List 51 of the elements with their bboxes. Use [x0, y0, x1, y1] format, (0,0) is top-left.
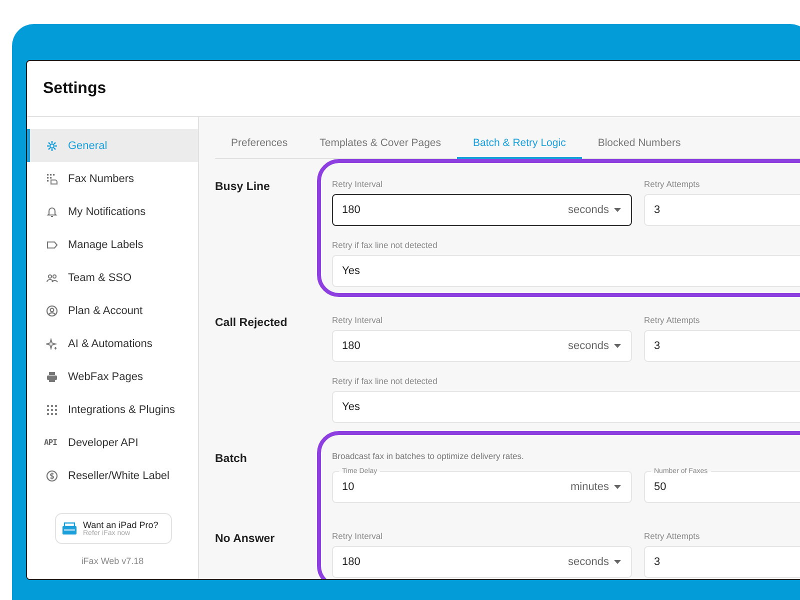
field-label: Retry Interval — [332, 315, 384, 326]
input-field[interactable]: 3 — [644, 194, 800, 226]
field-label: Retry Interval — [332, 531, 384, 542]
printer-icon — [46, 370, 58, 382]
section-title: Call Rejected — [215, 316, 288, 331]
bell-icon — [46, 206, 58, 218]
sidebar-item[interactable]: Team & SSO — [27, 261, 198, 294]
field-label: Retry if fax line not detected — [332, 240, 438, 251]
field-label: Retry Attempts — [644, 315, 701, 326]
caret-icon — [614, 208, 621, 212]
caret-icon — [614, 560, 621, 564]
select-field[interactable]: 180 seconds — [332, 330, 632, 362]
sparkle-icon — [46, 338, 58, 350]
sidebar-item[interactable]: WebFax Pages — [27, 360, 198, 393]
input-field[interactable]: 3 — [644, 546, 800, 578]
field-label: Retry Attempts — [644, 531, 701, 542]
caret-icon — [614, 344, 621, 348]
input-field[interactable]: Yes — [332, 391, 800, 423]
section-title: Batch — [215, 452, 248, 467]
input-field[interactable]: Yes — [332, 255, 800, 287]
sidebar-item[interactable]: My Notifications — [27, 195, 198, 228]
tab[interactable]: Templates & Cover Pages — [304, 128, 458, 159]
tab[interactable]: Preferences — [215, 128, 304, 159]
sidebar-item[interactable]: AI & Automations — [27, 327, 198, 360]
version-label: iFax Web v7.18 — [80, 556, 145, 566]
input-field[interactable]: 3 — [644, 330, 800, 362]
sidebar-item[interactable]: Reseller/White Label — [27, 459, 198, 492]
sidebar-item[interactable]: API Developer API — [27, 426, 198, 459]
select-field[interactable]: 180 seconds — [332, 194, 632, 226]
tab[interactable]: Blocked Numbers — [582, 128, 697, 159]
keypad-hand-icon — [46, 172, 58, 184]
api-icon: API — [44, 438, 58, 447]
dot-grid-icon — [46, 404, 58, 416]
sidebar-item[interactable]: Plan & Account — [27, 294, 198, 327]
settings-icon — [46, 140, 58, 152]
sidebar-item[interactable]: Integrations & Plugins — [27, 393, 198, 426]
tag-icon — [46, 238, 58, 250]
promo-title: Want an iPad Pro? — [83, 520, 158, 530]
dollar-circle-icon — [46, 470, 58, 482]
user-circle-icon — [46, 304, 58, 316]
caret-icon — [614, 485, 621, 489]
field-label: Retry Interval — [332, 179, 384, 190]
field-label: Retry Attempts — [644, 179, 701, 190]
section-title: Busy Line — [215, 180, 271, 195]
sidebar-item[interactable]: Fax Numbers — [27, 162, 198, 195]
people-icon — [46, 272, 58, 284]
sidebar-item[interactable]: Manage Labels — [27, 228, 198, 261]
field-label: Retry if fax line not detected — [332, 376, 438, 387]
section-title: No Answer — [215, 532, 276, 547]
section-description: Broadcast fax in batches to optimize delivery rates. — [332, 451, 525, 461]
select-field[interactable]: 180 seconds — [332, 546, 632, 578]
